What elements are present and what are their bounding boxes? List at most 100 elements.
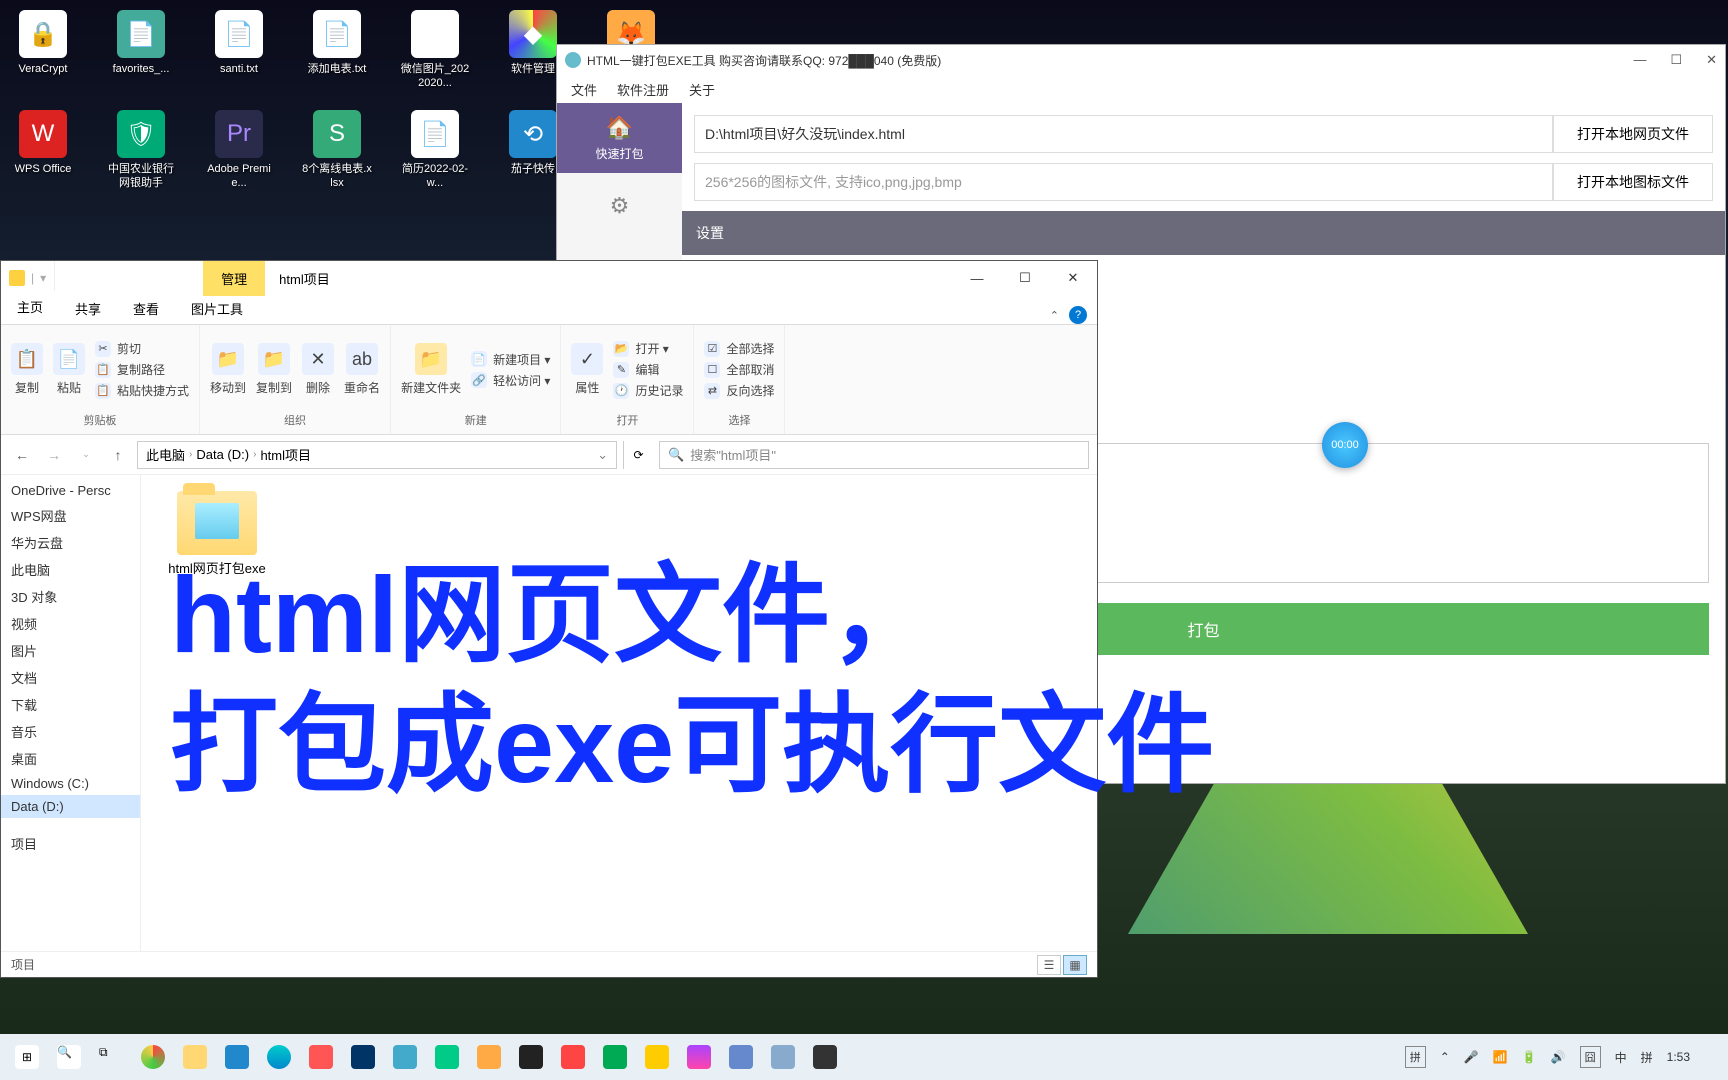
sidebar-settings[interactable]: ⚙ [557,181,682,231]
ribbon-invert-selection[interactable]: ⇄反向选择 [704,382,774,399]
maximize-button[interactable]: ☐ [1670,52,1682,68]
taskbar-app1[interactable] [218,1038,256,1076]
app-titlebar[interactable]: HTML一键打包EXE工具 购买咨询请联系QQ: 972███040 (免费版)… [557,45,1725,75]
taskbar-app8[interactable] [596,1038,634,1076]
taskbar-explorer[interactable] [176,1038,214,1076]
desktop-icon-premiere[interactable]: PrAdobe Premie... [204,110,274,191]
taskbar-app9[interactable] [638,1038,676,1076]
qat-folder-icon[interactable] [9,270,25,286]
taskbar-ps[interactable] [344,1038,382,1076]
ribbon-properties[interactable]: ✓属性 [571,343,603,396]
tab-picture-tools[interactable]: 图片工具 [175,293,259,324]
ime-indicator-2[interactable]: 囧 [1580,1046,1601,1068]
ribbon-delete[interactable]: ✕删除 [302,343,334,396]
maximize-button[interactable]: ☐ [1001,261,1049,295]
search-box[interactable]: 🔍 搜索"html项目" [659,441,1089,469]
taskbar-app13[interactable] [806,1038,844,1076]
open-icon-button[interactable]: 打开本地图标文件 [1553,163,1713,201]
ribbon-collapse[interactable]: ⌃ [1050,309,1059,322]
ime-indicator-1[interactable]: 拼 [1405,1046,1426,1068]
close-button[interactable]: ✕ [1049,261,1097,295]
taskbar-app3[interactable] [386,1038,424,1076]
ribbon-paste[interactable]: 📄粘贴 [53,343,85,396]
tree-desktop[interactable]: 桌面 [1,745,140,772]
address-bar[interactable]: 此电脑› Data (D:)› html项目 ⌄ [137,441,617,469]
ribbon-easy-access[interactable]: 🔗轻松访问 ▾ [471,372,550,389]
breadcrumb-this-pc[interactable]: 此电脑 [146,445,185,464]
taskbar-app12[interactable] [764,1038,802,1076]
tab-share[interactable]: 共享 [59,293,117,324]
tree-this-pc[interactable]: 此电脑 [1,556,140,583]
ribbon-copy[interactable]: 📋复制 [11,343,43,396]
ribbon-cut[interactable]: ✂剪切 [95,340,189,357]
breadcrumb-html-proj[interactable]: html项目 [260,445,311,464]
refresh-button[interactable]: ⟳ [623,441,653,469]
ribbon-select-none[interactable]: ☐全部取消 [704,361,774,378]
sidebar-quick-pack[interactable]: 🏠 快速打包 [557,103,682,173]
html-path-input[interactable] [694,115,1553,153]
icon-path-input[interactable] [694,163,1553,201]
ribbon-paste-shortcut[interactable]: 📋粘贴快捷方式 [95,382,189,399]
tree-pictures[interactable]: 图片 [1,637,140,664]
ribbon-copy-path[interactable]: 📋复制路径 [95,361,189,378]
taskbar-app11[interactable] [722,1038,760,1076]
tree-documents[interactable]: 文档 [1,664,140,691]
menu-file[interactable]: 文件 [571,80,597,99]
ribbon-open[interactable]: 📂打开 ▾ [613,340,683,357]
ribbon-copy-to[interactable]: 📁复制到 [256,343,292,396]
desktop-icon-wechat-img[interactable]: 🖼微信图片_2022020... [400,10,470,91]
tray-mic-icon[interactable]: 🎤 [1464,1050,1479,1064]
tray-up-icon[interactable]: ⌃ [1440,1050,1450,1064]
taskbar-chrome[interactable] [134,1038,172,1076]
desktop-icon-favorites[interactable]: 📄favorites_... [106,10,176,91]
taskbar-edge[interactable] [260,1038,298,1076]
taskbar-app6[interactable] [512,1038,550,1076]
taskbar-search[interactable]: 🔍 [50,1038,88,1076]
tab-home[interactable]: 主页 [1,291,59,324]
tree-videos[interactable]: 视频 [1,610,140,637]
ribbon-rename[interactable]: ab重命名 [344,343,380,396]
taskbar-app2[interactable] [302,1038,340,1076]
tray-battery-icon[interactable]: 🔋 [1522,1050,1537,1064]
nav-forward[interactable]: → [41,442,67,468]
tree-music[interactable]: 音乐 [1,718,140,745]
ribbon-history[interactable]: 🕐历史记录 [613,382,683,399]
minimize-button[interactable]: — [1633,52,1646,68]
clock[interactable]: 1:53 [1667,1050,1690,1064]
ribbon-edit[interactable]: ✎编辑 [613,361,683,378]
taskbar-app10[interactable] [680,1038,718,1076]
nav-back[interactable]: ← [9,442,35,468]
open-html-button[interactable]: 打开本地网页文件 [1553,115,1713,153]
ribbon-select-all[interactable]: ☑全部选择 [704,340,774,357]
tree-windows-c[interactable]: Windows (C:) [1,772,140,795]
tray-volume-icon[interactable]: 🔊 [1551,1050,1566,1064]
ribbon-move-to[interactable]: 📁移动到 [210,343,246,396]
desktop-icon-veracrypt[interactable]: 🔒VeraCrypt [8,10,78,91]
ribbon-new-folder[interactable]: 📁新建文件夹 [401,343,461,396]
ribbon-context-manage[interactable]: 管理 [203,261,265,296]
help-icon[interactable]: ? [1069,306,1087,324]
desktop-icon-resume[interactable]: 📄简历2022-02-w... [400,110,470,191]
tree-onedrive[interactable]: OneDrive - Persc [1,479,140,502]
view-icons[interactable]: ▦ [1063,955,1087,975]
ime-lang-2[interactable]: 拼 [1641,1049,1653,1066]
desktop-icon-wps[interactable]: WWPS Office [8,110,78,191]
qat-dropdown[interactable]: ▾ [40,271,46,285]
taskbar-app5[interactable] [470,1038,508,1076]
desktop-icon-add-meter-txt[interactable]: 📄添加电表.txt [302,10,372,91]
taskbar-app7[interactable] [554,1038,592,1076]
ime-lang-1[interactable]: 中 [1615,1049,1627,1066]
tree-huawei[interactable]: 华为云盘 [1,529,140,556]
view-details[interactable]: ☰ [1037,955,1061,975]
minimize-button[interactable]: — [953,261,1001,295]
tab-view[interactable]: 查看 [117,293,175,324]
tree-3d-objects[interactable]: 3D 对象 [1,583,140,610]
taskbar-start[interactable]: ⊞ [8,1038,46,1076]
close-button[interactable]: ✕ [1706,52,1717,68]
menu-register[interactable]: 软件注册 [617,80,669,99]
tray-wifi-icon[interactable]: 📶 [1493,1050,1508,1064]
taskbar-app4[interactable] [428,1038,466,1076]
nav-recent[interactable]: ⌄ [73,442,99,468]
breadcrumb-data-d[interactable]: Data (D:) [196,447,249,462]
ribbon-new-item[interactable]: 📄新建项目 ▾ [471,351,550,368]
